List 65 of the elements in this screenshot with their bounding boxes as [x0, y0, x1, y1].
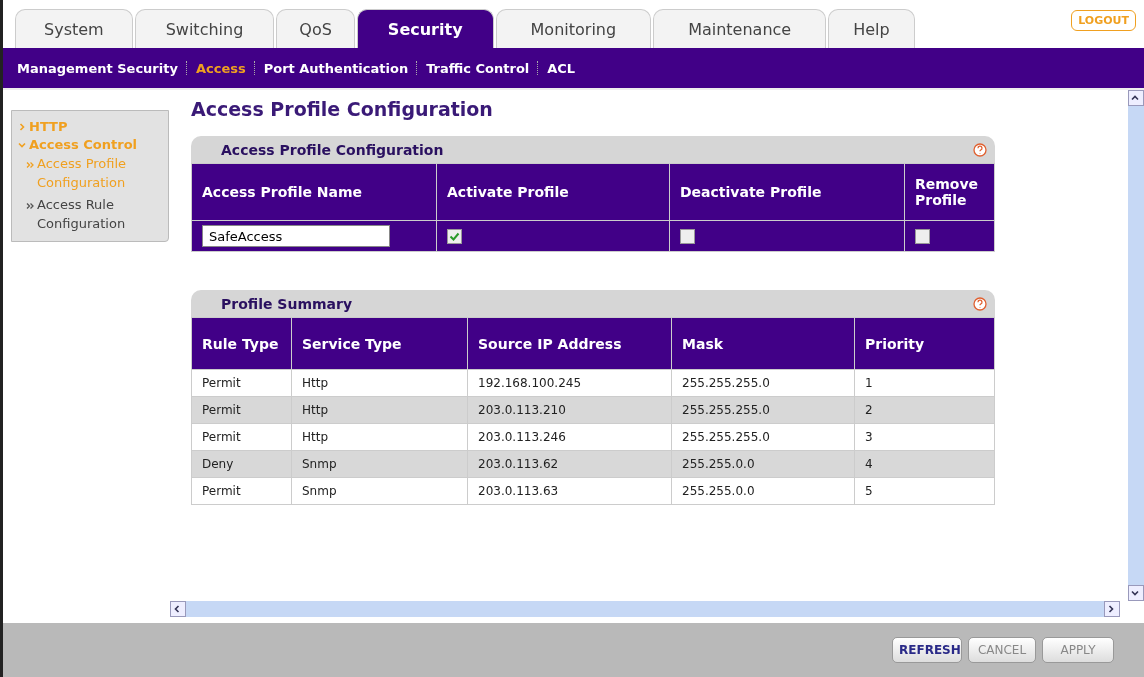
table-cell: 2: [854, 396, 995, 424]
table-cell: Permit: [191, 477, 292, 505]
vertical-scrollbar[interactable]: [1128, 90, 1144, 601]
table-cell: 203.0.113.210: [467, 396, 672, 424]
table-cell: 203.0.113.63: [467, 477, 672, 505]
table-cell: 192.168.100.245: [467, 369, 672, 397]
table-cell: Http: [291, 369, 468, 397]
subnav-link[interactable]: Port Authentication: [263, 60, 409, 76]
scroll-down-icon: [1130, 589, 1139, 597]
scroll-right-icon: [1106, 605, 1115, 613]
panel-title: Access Profile Configuration: [221, 141, 444, 158]
subnav-link[interactable]: ACL: [547, 60, 576, 76]
horizontal-scrollbar[interactable]: [170, 601, 1120, 617]
subnav-link[interactable]: Traffic Control: [426, 60, 530, 76]
panel-title: Profile Summary: [221, 295, 353, 312]
column-header: Rule Type: [191, 317, 292, 370]
table-cell: 255.255.0.0: [671, 477, 855, 505]
profile-name-field[interactable]: SafeAccess: [202, 225, 390, 247]
scroll-left-icon: [172, 605, 181, 613]
table-cell: Http: [291, 423, 468, 451]
scroll-up-icon: [1130, 94, 1139, 102]
column-header: Deactivate Profile: [669, 163, 905, 221]
column-header: Remove Profile: [904, 163, 995, 221]
column-header: Service Type: [291, 317, 468, 370]
page-title: Access Profile Configuration: [191, 98, 494, 120]
subnav-link[interactable]: Management Security: [17, 60, 178, 76]
table-cell: 203.0.113.62: [467, 450, 672, 478]
double-chevron-icon: [26, 161, 34, 169]
checkbox[interactable]: [680, 229, 695, 244]
table-cell: 255.255.255.0: [671, 423, 855, 451]
table-cell: Permit: [191, 396, 292, 424]
table-cell: Http: [291, 396, 468, 424]
table-cell: 255.255.255.0: [671, 369, 855, 397]
nav-tab[interactable]: Maintenance: [653, 9, 827, 48]
action-button[interactable]: REFRESH: [892, 637, 962, 663]
checkbox[interactable]: [915, 229, 930, 244]
subnav-link[interactable]: Access: [195, 60, 246, 76]
table-cell: Snmp: [291, 450, 468, 478]
column-header: Activate Profile: [436, 163, 670, 221]
table-cell: 203.0.113.246: [467, 423, 672, 451]
table-cell: 3: [854, 423, 995, 451]
table-cell: 1: [854, 369, 995, 397]
sidebar-subitem[interactable]: Access Rule Configuration: [37, 195, 168, 234]
table-cell: Deny: [191, 450, 292, 478]
column-header: Source IP Address: [467, 317, 672, 370]
nav-tab[interactable]: QoS: [276, 9, 355, 48]
table-cell: 255.255.255.0: [671, 396, 855, 424]
table-cell: 4: [854, 450, 995, 478]
nav-tab[interactable]: Security: [356, 9, 494, 48]
nav-tab[interactable]: Switching: [134, 9, 275, 48]
column-header: Mask: [671, 317, 855, 370]
double-chevron-icon: [26, 201, 34, 210]
help-icon[interactable]: [973, 142, 987, 157]
table-cell: 5: [854, 477, 995, 505]
checkbox[interactable]: [447, 229, 462, 244]
nav-tab[interactable]: System: [15, 9, 133, 48]
column-header: Access Profile Name: [191, 163, 437, 221]
table-cell: Snmp: [291, 477, 468, 505]
help-icon[interactable]: [973, 296, 987, 311]
column-header: Priority: [854, 317, 995, 370]
nav-tab[interactable]: Help: [828, 9, 915, 48]
table-cell: Permit: [191, 423, 292, 451]
table-cell: 255.255.0.0: [671, 450, 855, 478]
table-cell: Permit: [191, 369, 292, 397]
nav-tab[interactable]: Monitoring: [495, 9, 652, 48]
